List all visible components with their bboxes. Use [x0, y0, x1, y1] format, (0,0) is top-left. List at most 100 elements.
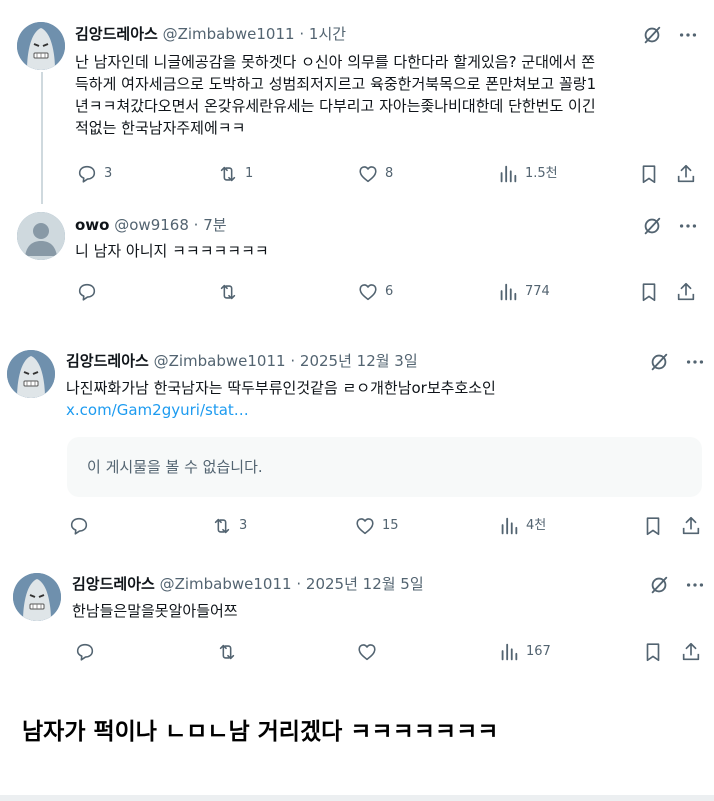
action-bar: 6 774	[0, 281, 714, 301]
reply-icon	[76, 281, 98, 303]
bookmark-button[interactable]	[638, 281, 660, 303]
views-count: 4천	[526, 518, 547, 533]
like-icon	[357, 281, 379, 303]
more-icon[interactable]	[677, 215, 699, 237]
share-icon	[675, 281, 697, 303]
timestamp[interactable]: 2025년 12월 5일	[306, 575, 424, 593]
text-line: 니 남자 아니지 ㅋㅋㅋㅋㅋㅋㅋ	[75, 242, 269, 260]
like-count: 6	[385, 284, 394, 299]
share-button[interactable]	[680, 515, 702, 537]
author-handle[interactable]: @ow9168	[114, 216, 189, 234]
avatar[interactable]	[7, 350, 55, 398]
author-name[interactable]: 김앙드레아스	[72, 575, 155, 593]
repost-icon	[211, 515, 233, 537]
like-icon	[357, 163, 379, 185]
repost-button[interactable]: 3	[211, 515, 247, 537]
views-count: 167	[526, 644, 551, 659]
tweet-top-icons	[648, 574, 706, 596]
repost-icon	[217, 163, 239, 185]
timestamp[interactable]: 1시간	[309, 25, 346, 43]
author-name[interactable]: 김앙드레아스	[75, 25, 158, 43]
tweet-text: 니 남자 아니지 ㅋㅋㅋㅋㅋㅋㅋ	[75, 240, 705, 262]
tweet-link[interactable]: x.com/Gam2gyuri/stat…	[66, 399, 706, 421]
author-name[interactable]: 김앙드레아스	[66, 352, 149, 370]
bookmark-icon	[642, 515, 664, 537]
views-button[interactable]: 4천	[498, 515, 546, 537]
more-icon[interactable]	[684, 574, 706, 596]
text-line: 득하게 여자세금으로 도박하고 성범죄저지르고 육중한거북목으로 폰만쳐보고 꼴…	[75, 75, 597, 93]
tweet-header: 김앙드레아스 @Zimbabwe1011 · 1시간	[75, 24, 346, 44]
grok-icon[interactable]	[641, 215, 663, 237]
action-bar: 3 15 4천	[0, 515, 714, 535]
share-button[interactable]	[675, 163, 697, 185]
views-button[interactable]: 774	[497, 281, 550, 303]
bookmark-button[interactable]	[642, 515, 664, 537]
tweet-top-icons	[641, 24, 699, 46]
reply-button[interactable]	[74, 641, 102, 663]
views-icon	[498, 641, 520, 663]
separator: ·	[299, 25, 305, 43]
avatar[interactable]	[17, 22, 65, 70]
repost-button[interactable]	[217, 281, 245, 303]
grok-icon[interactable]	[641, 24, 663, 46]
like-button[interactable]	[356, 641, 384, 663]
like-icon	[356, 641, 378, 663]
author-handle[interactable]: @Zimbabwe1011	[154, 352, 286, 370]
tweet-header: owo @ow9168 · 7분	[75, 215, 227, 235]
share-icon	[680, 641, 702, 663]
tweet[interactable]: 김앙드레아스 @Zimbabwe1011 · 1시간 난 남자인데 니글에공감을…	[0, 0, 714, 204]
unavailable-post-card: 이 게시물을 볼 수 없습니다.	[67, 437, 702, 497]
views-button[interactable]: 1.5천	[497, 163, 558, 185]
grok-icon[interactable]	[648, 574, 670, 596]
reply-button[interactable]: 3	[76, 163, 112, 185]
author-handle[interactable]: @Zimbabwe1011	[163, 25, 295, 43]
text-line: 한남들은말을못알아들어쯔	[72, 602, 238, 620]
tweet-header: 김앙드레아스 @Zimbabwe1011 · 2025년 12월 5일	[72, 574, 424, 594]
timestamp[interactable]: 2025년 12월 3일	[300, 352, 418, 370]
share-icon	[680, 515, 702, 537]
bookmark-button[interactable]	[638, 163, 660, 185]
like-button[interactable]: 6	[357, 281, 393, 303]
avatar[interactable]	[17, 212, 65, 260]
tweet-text: 한남들은말을못알아들어쯔	[72, 600, 702, 622]
avatar[interactable]	[13, 573, 61, 621]
reply-button[interactable]	[76, 281, 104, 303]
bottom-divider	[0, 795, 714, 801]
action-bar: 167	[0, 641, 714, 661]
views-icon	[497, 163, 519, 185]
repost-button[interactable]	[216, 641, 244, 663]
action-bar: 3 1 8 1.5천	[0, 163, 714, 183]
author-name[interactable]: owo	[75, 216, 109, 234]
text-line: 적없는 한국남자주제에ㅋㅋ	[75, 119, 246, 137]
text-line: 나진짜화가남 한국남자는 딱두부류인것같음 ㄹㅇ개한남or보추호소인	[66, 379, 496, 397]
views-count: 1.5천	[525, 166, 558, 181]
tweet[interactable]: owo @ow9168 · 7분 니 남자 아니지 ㅋㅋㅋㅋㅋㅋㅋ 6 774	[0, 200, 714, 320]
views-icon	[497, 281, 519, 303]
like-button[interactable]: 8	[357, 163, 393, 185]
tweet[interactable]: 김앙드레아스 @Zimbabwe1011 · 2025년 12월 5일 한남들은…	[0, 560, 714, 680]
author-handle[interactable]: @Zimbabwe1011	[160, 575, 292, 593]
repost-button[interactable]: 1	[217, 163, 253, 185]
timestamp[interactable]: 7분	[203, 216, 226, 234]
reply-button[interactable]	[68, 515, 96, 537]
like-button[interactable]: 15	[354, 515, 399, 537]
tweet[interactable]: 김앙드레아스 @Zimbabwe1011 · 2025년 12월 3일 나진짜화…	[0, 330, 714, 550]
bookmark-button[interactable]	[642, 641, 664, 663]
reply-icon	[74, 641, 96, 663]
grok-icon[interactable]	[648, 351, 670, 373]
more-icon[interactable]	[677, 24, 699, 46]
repost-count: 1	[245, 166, 254, 181]
share-button[interactable]	[680, 641, 702, 663]
caption-text: 남자가 퍽이나 ㄴㅁㄴ남 거리겠다 ㅋㅋㅋㅋㅋㅋㅋ	[22, 719, 499, 745]
share-button[interactable]	[675, 281, 697, 303]
bookmark-icon	[638, 281, 660, 303]
reply-icon	[68, 515, 90, 537]
like-icon	[354, 515, 376, 537]
like-count: 8	[385, 166, 394, 181]
thread-line	[41, 72, 43, 204]
separator: ·	[193, 216, 199, 234]
bookmark-icon	[638, 163, 660, 185]
views-button[interactable]: 167	[498, 641, 551, 663]
text-line: 년ㅋㅋ쳐갔다오면서 온갖유세란유세는 다부리고 자아는좆나비대한데 단한번도 이…	[75, 97, 596, 115]
more-icon[interactable]	[684, 351, 706, 373]
